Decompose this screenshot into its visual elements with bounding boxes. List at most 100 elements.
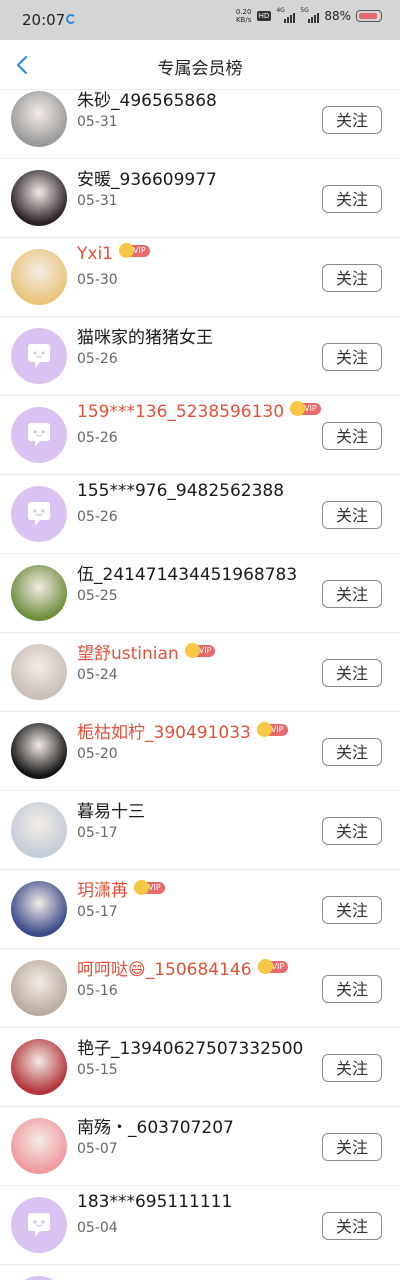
member-row[interactable]: 159***136_5238596130 VIP 05-26 关注 <box>0 396 400 475</box>
member-name-text: 183***695111111 <box>77 1192 233 1212</box>
member-date: 05-30 <box>77 272 118 288</box>
follow-button[interactable]: 关注 <box>322 501 382 529</box>
follow-button[interactable]: 关注 <box>322 738 382 766</box>
vip-badge-icon: VIP <box>118 243 150 258</box>
avatar[interactable] <box>11 1118 67 1174</box>
member-name-text: 155***976_9482562388 <box>77 481 285 501</box>
member-row[interactable]: 155***976_9482562388 05-26 关注 <box>0 475 400 554</box>
follow-button[interactable]: 关注 <box>322 580 382 608</box>
default-avatar[interactable] <box>11 1197 67 1253</box>
member-date: 05-20 <box>77 746 118 762</box>
follow-button[interactable]: 关注 <box>322 185 382 213</box>
avatar[interactable] <box>11 91 67 147</box>
member-name: 呵呵哒😄_150684146 VIP <box>77 955 289 980</box>
follow-button[interactable]: 关注 <box>322 422 382 450</box>
avatar[interactable] <box>11 565 67 621</box>
status-bar: 20:07 0.20 KB/s HD 4G 5G 88% <box>0 0 400 40</box>
member-name: 栀枯如柠_390491033 VIP <box>77 718 288 743</box>
member-date: 05-17 <box>77 825 118 841</box>
member-name: 159***136_5238596130 VIP <box>77 401 321 422</box>
member-row[interactable]: 望舒ustinian VIP 05-24 关注 <box>0 633 400 712</box>
member-name-text: 望舒ustinian <box>77 644 179 664</box>
member-name-text: 伍_241471434451968783 <box>77 565 298 585</box>
vip-badge-icon: VIP <box>290 401 321 416</box>
avatar[interactable] <box>11 249 67 305</box>
member-date: 05-17 <box>77 904 118 920</box>
default-avatar[interactable] <box>11 407 67 463</box>
status-indicators: 0.20 KB/s HD 4G 5G 88% <box>236 7 382 24</box>
member-list[interactable]: 朱砂_496565868 05-31 关注 安暖_936609977 05-31 关注 Yx… <box>0 90 400 1280</box>
member-row[interactable]: 艳子_13940627507332500 05-15 关注 <box>0 1028 400 1107</box>
member-name: Yxi1 VIP <box>77 243 150 264</box>
member-name: 南殇・_603707207 <box>77 1113 234 1138</box>
member-name-text: Yxi1 <box>77 244 113 264</box>
member-date: 05-26 <box>77 430 118 446</box>
follow-button[interactable]: 关注 <box>322 896 382 924</box>
avatar[interactable] <box>11 723 67 779</box>
member-row[interactable]: 安暖_936609977 05-31 关注 <box>0 159 400 238</box>
avatar[interactable] <box>11 881 67 937</box>
signal-4g-icon: 4G <box>276 7 296 23</box>
follow-button[interactable]: 关注 <box>322 343 382 371</box>
hd-icon: HD <box>256 11 272 21</box>
avatar[interactable] <box>11 960 67 1016</box>
signal-5g-label: 5G <box>300 7 309 14</box>
vip-badge-icon: VIP <box>134 880 165 895</box>
member-row[interactable]: 朱砂_496565868 05-31 关注 <box>0 90 400 159</box>
vip-badge-icon: VIP <box>257 959 289 974</box>
member-row[interactable] <box>0 1265 400 1280</box>
member-row[interactable]: 猫咪家的猪猪女王 05-26 关注 <box>0 317 400 396</box>
member-row[interactable]: 玥潇苒 VIP 05-17 关注 <box>0 870 400 949</box>
follow-button[interactable]: 关注 <box>322 1133 382 1161</box>
avatar[interactable] <box>11 802 67 858</box>
member-date: 05-04 <box>77 1220 118 1236</box>
follow-button[interactable]: 关注 <box>322 1212 382 1240</box>
page-title: 专属会员榜 <box>157 59 243 79</box>
status-time: 20:07 <box>22 11 66 29</box>
member-date: 05-31 <box>77 114 118 130</box>
sync-icon <box>66 14 76 24</box>
chat-bubble-icon <box>28 1213 50 1237</box>
member-name-text: 猫咪家的猪猪女王 <box>77 328 213 348</box>
default-avatar[interactable] <box>11 486 67 542</box>
member-name: 望舒ustinian VIP <box>77 639 216 664</box>
battery-icon <box>356 10 382 22</box>
member-row[interactable]: 南殇・_603707207 05-07 关注 <box>0 1107 400 1186</box>
member-date: 05-31 <box>77 193 118 209</box>
member-name: 155***976_9482562388 <box>77 481 284 501</box>
battery-percent: 88% <box>324 9 351 23</box>
default-avatar[interactable] <box>11 1276 67 1280</box>
member-name-text: 安暖_936609977 <box>77 170 217 190</box>
member-row[interactable]: 183***695111111 05-04 关注 <box>0 1186 400 1265</box>
follow-button[interactable]: 关注 <box>322 1054 382 1082</box>
follow-button[interactable]: 关注 <box>322 975 382 1003</box>
member-name: 183***695111111 <box>77 1192 232 1212</box>
member-name: 安暖_936609977 <box>77 165 217 190</box>
member-row[interactable]: 呵呵哒😄_150684146 VIP 05-16 关注 <box>0 949 400 1028</box>
default-avatar[interactable] <box>11 328 67 384</box>
member-date: 05-16 <box>77 983 118 999</box>
member-name: 暮易十三 <box>77 797 145 822</box>
member-row[interactable]: 栀枯如柠_390491033 VIP 05-20 关注 <box>0 712 400 791</box>
member-date: 05-26 <box>77 351 118 367</box>
member-date: 05-25 <box>77 588 118 604</box>
member-name-text: 玥潇苒 <box>77 881 128 901</box>
avatar[interactable] <box>11 644 67 700</box>
avatar[interactable] <box>11 170 67 226</box>
member-row[interactable]: Yxi1 VIP 05-30 关注 <box>0 238 400 317</box>
member-row[interactable]: 伍_241471434451968783 05-25 关注 <box>0 554 400 633</box>
nav-bar: 专属会员榜 <box>0 40 400 90</box>
follow-button[interactable]: 关注 <box>322 106 382 134</box>
follow-button[interactable]: 关注 <box>322 264 382 292</box>
follow-button[interactable]: 关注 <box>322 817 382 845</box>
chat-bubble-icon <box>28 344 50 368</box>
member-name-text: 159***136_5238596130 <box>77 402 285 422</box>
member-name: 朱砂_496565868 <box>77 90 217 111</box>
member-name-text: 呵呵哒😄_150684146 <box>77 960 252 980</box>
follow-button[interactable]: 关注 <box>322 659 382 687</box>
avatar[interactable] <box>11 1039 67 1095</box>
vip-badge-icon: VIP <box>256 722 288 737</box>
member-row[interactable]: 暮易十三 05-17 关注 <box>0 791 400 870</box>
member-date: 05-24 <box>77 667 118 683</box>
member-name-text: 艳子_13940627507332500 <box>77 1039 304 1059</box>
